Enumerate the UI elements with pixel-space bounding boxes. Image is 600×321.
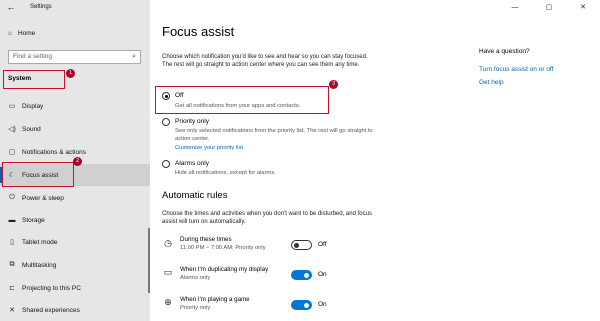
shared-icon: ✕	[9, 307, 15, 314]
storage-icon: ▬	[8, 216, 16, 224]
annotation-box-focus-assist	[2, 162, 74, 187]
rule-toggle-times[interactable]	[291, 240, 312, 250]
rule-state: On	[318, 301, 327, 308]
automatic-rules-desc: Choose the times and activities when you…	[162, 211, 372, 225]
sidebar-item-label: Display	[22, 102, 44, 110]
option-alarms-label[interactable]: Alarms only	[175, 160, 209, 167]
power-icon: ⏻	[9, 194, 15, 201]
app-title-text: Settings	[30, 4, 52, 10]
multitasking-icon: ⧉	[9, 261, 15, 268]
sidebar-item-display[interactable]: ▭ Display	[0, 95, 150, 117]
annotation-box-system	[3, 70, 65, 89]
sidebar-item-label: Notifications & actions	[22, 148, 86, 156]
automatic-rules-title: Automatic rules	[162, 190, 228, 201]
rule-toggle-duplicating[interactable]	[291, 270, 312, 280]
sidebar-item-power[interactable]: ⏻ Power & sleep	[0, 187, 150, 209]
notifications-icon: ▢	[8, 149, 16, 156]
sidebar-item-label: Power & sleep	[22, 194, 64, 202]
tablet-icon: ▯	[10, 239, 14, 246]
rule-detail: Alarms only	[180, 275, 211, 281]
rule-detail: Priority only	[180, 305, 211, 311]
customize-priority-link[interactable]: Customize your priority list	[175, 144, 375, 152]
rule-state: On	[318, 271, 327, 278]
projecting-icon: ⊏	[9, 285, 15, 292]
sidebar-item-storage[interactable]: ▬ Storage	[0, 209, 150, 231]
clock-icon: ◷	[164, 238, 172, 248]
close-icon[interactable]: ✕	[566, 0, 600, 15]
home-icon: ⌂	[8, 30, 12, 37]
search-icon[interactable]: ⌕	[132, 51, 136, 63]
sidebar-item-label: Projecting to this PC	[22, 284, 81, 292]
back-button[interactable]: ←	[4, 0, 18, 15]
rule-name[interactable]: When I'm playing a game	[180, 296, 250, 303]
speaker-icon: ◁)	[8, 126, 16, 133]
radio-priority-only[interactable]	[162, 118, 170, 126]
annotation-box-off-option	[155, 86, 329, 114]
sidebar-item-label: Multitasking	[22, 261, 57, 269]
sidebar-item-shared[interactable]: ✕ Shared experiences	[0, 299, 150, 321]
display-icon: ▭	[8, 103, 16, 110]
help-link-turn-on-off[interactable]: Turn focus assist on or off	[479, 66, 553, 73]
sidebar-item-label: Tablet mode	[22, 238, 58, 246]
sidebar-item-tablet[interactable]: ▯ Tablet mode	[0, 231, 150, 253]
sidebar-item-label: Storage	[22, 216, 45, 224]
window-controls: — ▢ ✕	[498, 0, 600, 15]
option-alarms-desc: Hide all notifications, except for alarm…	[175, 170, 276, 176]
sidebar-item-multitasking[interactable]: ⧉ Multitasking	[0, 254, 150, 276]
option-priority-label[interactable]: Priority only	[175, 118, 209, 125]
monitor-icon: ▭	[163, 267, 173, 277]
rule-name[interactable]: During these times	[180, 236, 232, 243]
sidebar-item-projecting[interactable]: ⊏ Projecting to this PC	[0, 277, 150, 299]
rule-detail: 11:00 PM – 7:00 AM; Priority only	[180, 245, 266, 251]
maximize-icon[interactable]: ▢	[532, 0, 566, 15]
rule-toggle-game[interactable]	[291, 300, 312, 310]
home-link[interactable]: ⌂ Home	[8, 30, 35, 37]
option-priority-desc: See only selected notifications from the…	[175, 128, 373, 142]
search-input[interactable]: Find a setting ⌕	[8, 50, 141, 64]
annotation-badge-1: 1	[66, 69, 75, 78]
sidebar: ← Settings ⌂ Home Find a setting ⌕ Syste…	[0, 0, 150, 321]
sidebar-item-label: Sound	[22, 125, 41, 133]
minimize-icon[interactable]: —	[498, 0, 532, 15]
annotation-badge-2: 2	[73, 157, 82, 166]
rule-state: Off	[318, 241, 327, 248]
sidebar-item-label: Shared experiences	[22, 306, 80, 314]
sidebar-scrollbar[interactable]	[148, 228, 150, 293]
search-placeholder: Find a setting	[13, 53, 53, 60]
home-label: Home	[17, 30, 36, 37]
radio-alarms-only[interactable]	[162, 160, 170, 168]
annotation-badge-3: 3	[329, 80, 338, 89]
sidebar-item-sound[interactable]: ◁) Sound	[0, 118, 150, 140]
help-title: Have a question?	[479, 48, 530, 55]
help-link-get-help[interactable]: Get help	[479, 79, 504, 86]
page-title: Focus assist	[162, 24, 235, 39]
gamepad-icon: ⊕	[164, 297, 172, 307]
page-description: Choose which notification you'd like to …	[162, 54, 368, 68]
rule-name[interactable]: When I'm duplicating my display	[180, 266, 268, 273]
